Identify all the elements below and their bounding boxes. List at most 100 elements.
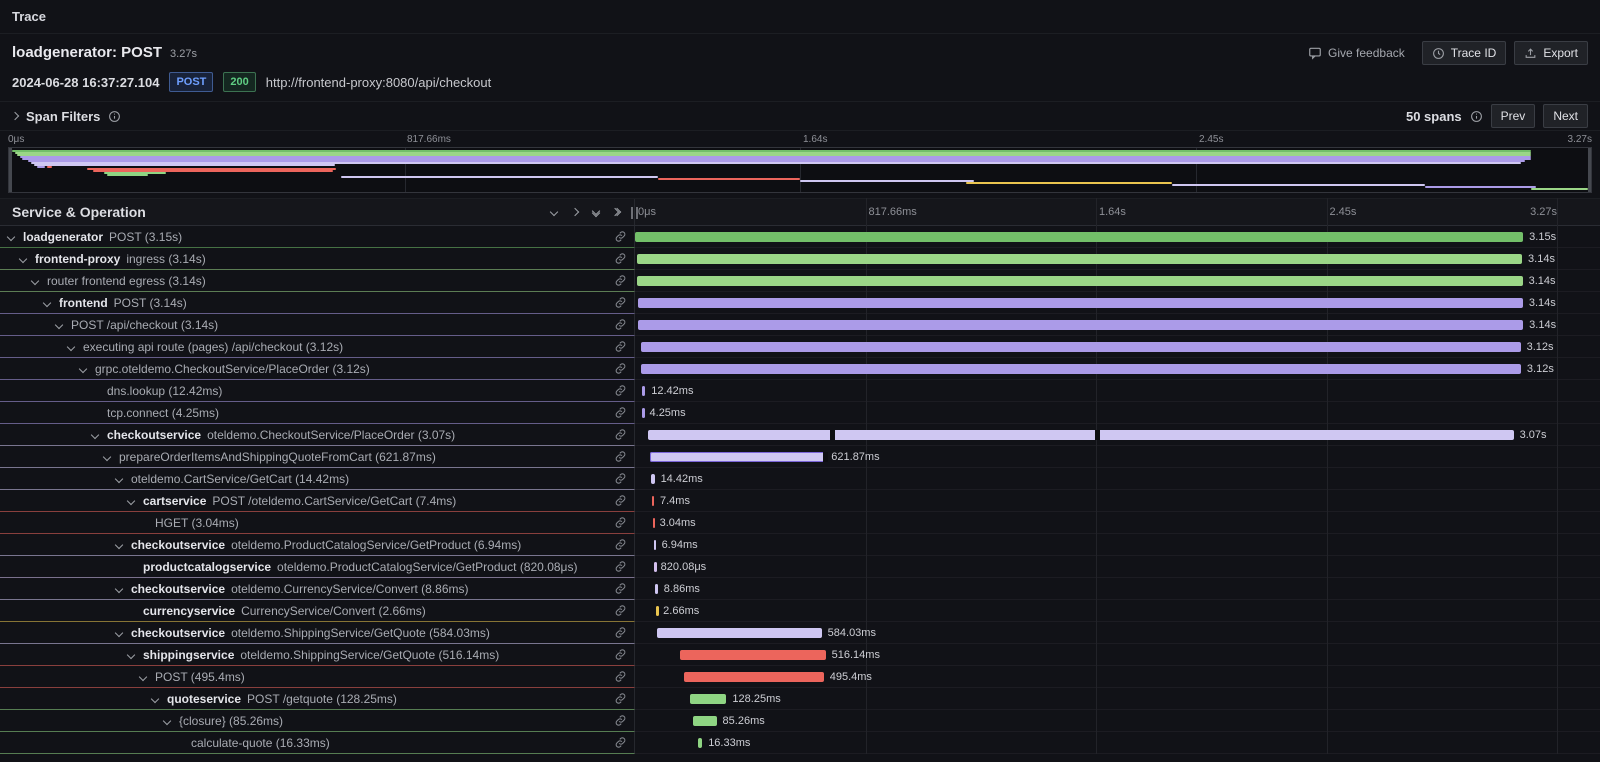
span-link-icon[interactable] — [614, 362, 627, 375]
span-name-cell[interactable]: checkoutserviceoteldemo.ProductCatalogSe… — [0, 534, 635, 556]
span-row[interactable]: POST /api/checkout (3.14s)3.14s — [0, 314, 1600, 336]
span-row[interactable]: checkoutserviceoteldemo.CurrencyService/… — [0, 578, 1600, 600]
span-name-cell[interactable]: loadgeneratorPOST (3.15s) — [0, 226, 635, 248]
span-link-icon[interactable] — [614, 406, 627, 419]
span-link-icon[interactable] — [614, 692, 627, 705]
span-row[interactable]: productcatalogserviceoteldemo.ProductCat… — [0, 556, 1600, 578]
span-link-icon[interactable] — [614, 230, 627, 243]
row-collapse-chevron-icon[interactable] — [140, 674, 155, 680]
collapse-one-icon[interactable] — [551, 209, 557, 215]
span-bar[interactable] — [656, 606, 659, 616]
span-name-cell[interactable]: executing api route (pages) /api/checkou… — [0, 336, 635, 358]
span-name-cell[interactable]: HGET (3.04ms) — [0, 512, 635, 534]
row-collapse-chevron-icon[interactable] — [80, 366, 95, 372]
row-collapse-chevron-icon[interactable] — [56, 322, 71, 328]
span-link-icon[interactable] — [614, 736, 627, 749]
row-collapse-chevron-icon[interactable] — [128, 498, 143, 504]
span-link-icon[interactable] — [614, 472, 627, 485]
row-collapse-chevron-icon[interactable] — [44, 300, 59, 306]
span-link-icon[interactable] — [614, 648, 627, 661]
span-row[interactable]: grpc.oteldemo.CheckoutService/PlaceOrder… — [0, 358, 1600, 380]
row-collapse-chevron-icon[interactable] — [116, 630, 131, 636]
expand-one-icon[interactable] — [572, 209, 578, 215]
span-name-cell[interactable]: quoteservicePOST /getquote (128.25ms) — [0, 688, 635, 710]
span-link-icon[interactable] — [614, 318, 627, 331]
row-collapse-chevron-icon[interactable] — [116, 586, 131, 592]
span-name-cell[interactable]: dns.lookup (12.42ms) — [0, 380, 635, 402]
span-filters-toggle[interactable]: Span Filters — [12, 109, 121, 124]
span-bar[interactable] — [650, 452, 825, 462]
span-bar[interactable] — [690, 694, 726, 704]
span-link-icon[interactable] — [614, 428, 627, 441]
span-link-icon[interactable] — [614, 384, 627, 397]
span-name-cell[interactable]: calculate-quote (16.33ms) — [0, 732, 635, 754]
info-icon[interactable] — [1470, 110, 1483, 123]
span-row[interactable]: checkoutserviceoteldemo.ShippingService/… — [0, 622, 1600, 644]
span-bar[interactable] — [637, 254, 1522, 264]
span-row[interactable]: checkoutserviceoteldemo.CheckoutService/… — [0, 424, 1600, 446]
span-bar[interactable] — [657, 628, 822, 638]
export-button[interactable]: Export — [1514, 41, 1588, 65]
next-button[interactable]: Next — [1543, 104, 1588, 128]
span-row[interactable]: oteldemo.CartService/GetCart (14.42ms)14… — [0, 468, 1600, 490]
span-link-icon[interactable] — [614, 274, 627, 287]
span-row[interactable]: tcp.connect (4.25ms)4.25ms — [0, 402, 1600, 424]
row-collapse-chevron-icon[interactable] — [164, 718, 179, 724]
span-bar[interactable] — [684, 672, 824, 682]
span-row[interactable]: calculate-quote (16.33ms)16.33ms — [0, 732, 1600, 754]
span-bar[interactable] — [648, 430, 1514, 440]
collapse-all-icon[interactable] — [593, 210, 599, 214]
span-name-cell[interactable]: prepareOrderItemsAndShippingQuoteFromCar… — [0, 446, 635, 468]
span-bar[interactable] — [638, 298, 1523, 308]
span-name-cell[interactable]: cartservicePOST /oteldemo.CartService/Ge… — [0, 490, 635, 512]
row-collapse-chevron-icon[interactable] — [8, 234, 23, 240]
row-collapse-chevron-icon[interactable] — [92, 432, 107, 438]
span-link-icon[interactable] — [614, 450, 627, 463]
span-row[interactable]: loadgeneratorPOST (3.15s)3.15s — [0, 226, 1600, 248]
span-row[interactable]: frontend-proxyingress (3.14s)3.14s — [0, 248, 1600, 270]
give-feedback-button[interactable]: Give feedback — [1299, 41, 1414, 65]
span-link-icon[interactable] — [614, 670, 627, 683]
info-icon[interactable] — [108, 110, 121, 123]
row-collapse-chevron-icon[interactable] — [104, 454, 119, 460]
span-row[interactable]: executing api route (pages) /api/checkou… — [0, 336, 1600, 358]
span-name-cell[interactable]: {closure} (85.26ms) — [0, 710, 635, 732]
span-row[interactable]: quoteservicePOST /getquote (128.25ms)128… — [0, 688, 1600, 710]
span-row[interactable]: shippingserviceoteldemo.ShippingService/… — [0, 644, 1600, 666]
span-name-cell[interactable]: checkoutserviceoteldemo.CheckoutService/… — [0, 424, 635, 446]
span-row[interactable]: {closure} (85.26ms)85.26ms — [0, 710, 1600, 732]
span-link-icon[interactable] — [614, 296, 627, 309]
span-link-icon[interactable] — [614, 582, 627, 595]
span-link-icon[interactable] — [614, 560, 627, 573]
span-row[interactable]: router frontend egress (3.14s)3.14s — [0, 270, 1600, 292]
span-bar[interactable] — [654, 540, 657, 550]
prev-button[interactable]: Prev — [1491, 104, 1536, 128]
span-name-cell[interactable]: POST (495.4ms) — [0, 666, 635, 688]
span-row[interactable]: cartservicePOST /oteldemo.CartService/Ge… — [0, 490, 1600, 512]
trace-id-button[interactable]: Trace ID — [1422, 41, 1507, 65]
span-bar[interactable] — [693, 716, 717, 726]
span-link-icon[interactable] — [614, 538, 627, 551]
span-link-icon[interactable] — [614, 626, 627, 639]
span-row[interactable]: prepareOrderItemsAndShippingQuoteFromCar… — [0, 446, 1600, 468]
span-bar[interactable] — [654, 562, 657, 572]
span-name-cell[interactable]: currencyserviceCurrencyService/Convert (… — [0, 600, 635, 622]
span-bar[interactable] — [680, 650, 826, 660]
span-bar[interactable] — [641, 342, 1521, 352]
span-name-cell[interactable]: POST /api/checkout (3.14s) — [0, 314, 635, 336]
span-bar[interactable] — [653, 518, 656, 528]
span-link-icon[interactable] — [614, 714, 627, 727]
row-collapse-chevron-icon[interactable] — [116, 476, 131, 482]
span-bar[interactable] — [638, 320, 1523, 330]
expand-all-icon[interactable] — [614, 209, 618, 215]
row-collapse-chevron-icon[interactable] — [32, 278, 47, 284]
span-bar[interactable] — [698, 738, 703, 748]
span-bar[interactable] — [651, 474, 655, 484]
span-name-cell[interactable]: checkoutserviceoteldemo.ShippingService/… — [0, 622, 635, 644]
span-name-cell[interactable]: router frontend egress (3.14s) — [0, 270, 635, 292]
minimap-canvas[interactable] — [8, 147, 1592, 193]
span-row[interactable]: currencyserviceCurrencyService/Convert (… — [0, 600, 1600, 622]
span-bar[interactable] — [655, 584, 657, 594]
row-collapse-chevron-icon[interactable] — [20, 256, 35, 262]
span-name-cell[interactable]: shippingserviceoteldemo.ShippingService/… — [0, 644, 635, 666]
